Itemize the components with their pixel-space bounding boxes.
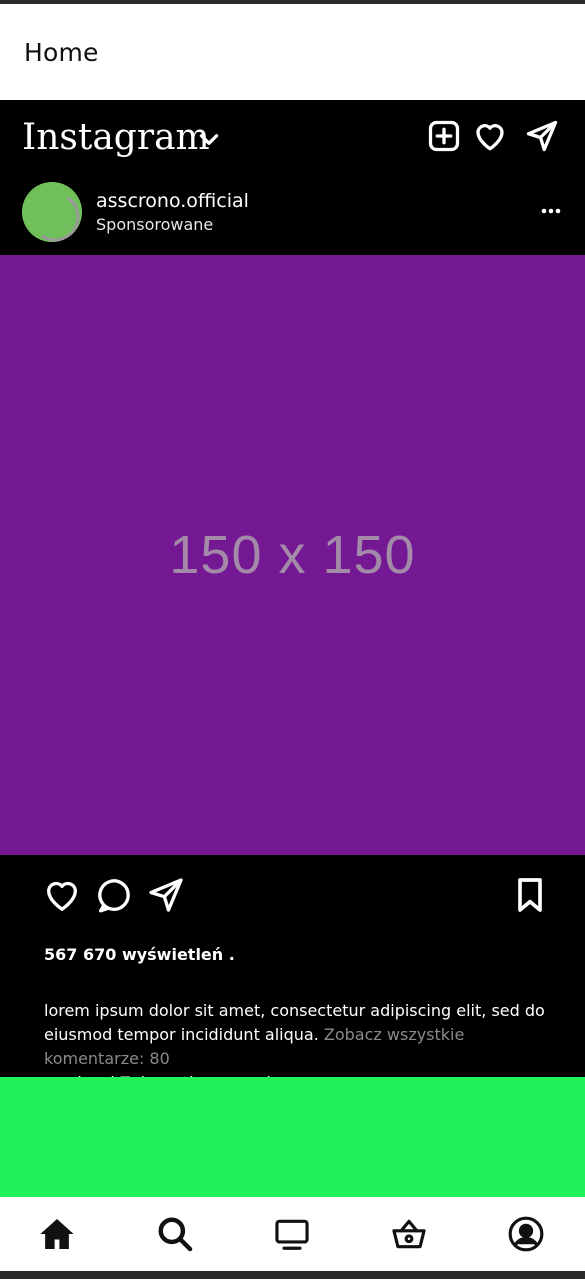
profile-icon[interactable] xyxy=(507,1215,545,1253)
views-count: 567 670 wyświetleń . xyxy=(44,945,235,964)
tv-icon[interactable] xyxy=(273,1215,311,1253)
post-media[interactable]: 150 x 150 xyxy=(0,255,585,855)
basket-icon[interactable] xyxy=(390,1215,428,1253)
instagram-logo[interactable]: Instagram xyxy=(22,114,210,162)
sponsored-label: Sponsorowane xyxy=(96,215,214,234)
post-username[interactable]: asscrono.official xyxy=(96,190,249,212)
share-icon[interactable] xyxy=(146,875,186,915)
chevron-down-icon[interactable] xyxy=(196,126,222,152)
like-heart-icon[interactable] xyxy=(42,875,82,915)
page-title: Home xyxy=(24,37,99,67)
heart-icon[interactable] xyxy=(472,118,508,154)
add-post-icon[interactable] xyxy=(426,118,462,154)
avatar[interactable] xyxy=(22,182,82,242)
search-icon[interactable] xyxy=(156,1215,194,1253)
bottom-tab-bar xyxy=(0,1197,585,1271)
comment-icon[interactable] xyxy=(94,875,134,915)
bookmark-icon[interactable] xyxy=(510,875,550,915)
more-options-icon[interactable] xyxy=(540,206,562,216)
post-header: asscrono.official Sponsorowane xyxy=(0,176,585,255)
green-banner xyxy=(0,1077,585,1197)
media-placeholder-text: 150 x 150 xyxy=(169,525,416,585)
post-actions: 567 670 wyświetleń . lorem ipsum dolor s… xyxy=(0,855,585,1092)
home-icon[interactable] xyxy=(38,1215,76,1253)
app-header: Home xyxy=(0,4,585,100)
window-bottom-edge xyxy=(0,1271,585,1279)
instagram-top-bar: Instagram xyxy=(0,100,585,176)
caption-text: lorem ipsum dolor sit amet, consectetur … xyxy=(44,1001,545,1044)
send-icon[interactable] xyxy=(524,118,560,154)
brand-logo-icon xyxy=(22,182,82,242)
